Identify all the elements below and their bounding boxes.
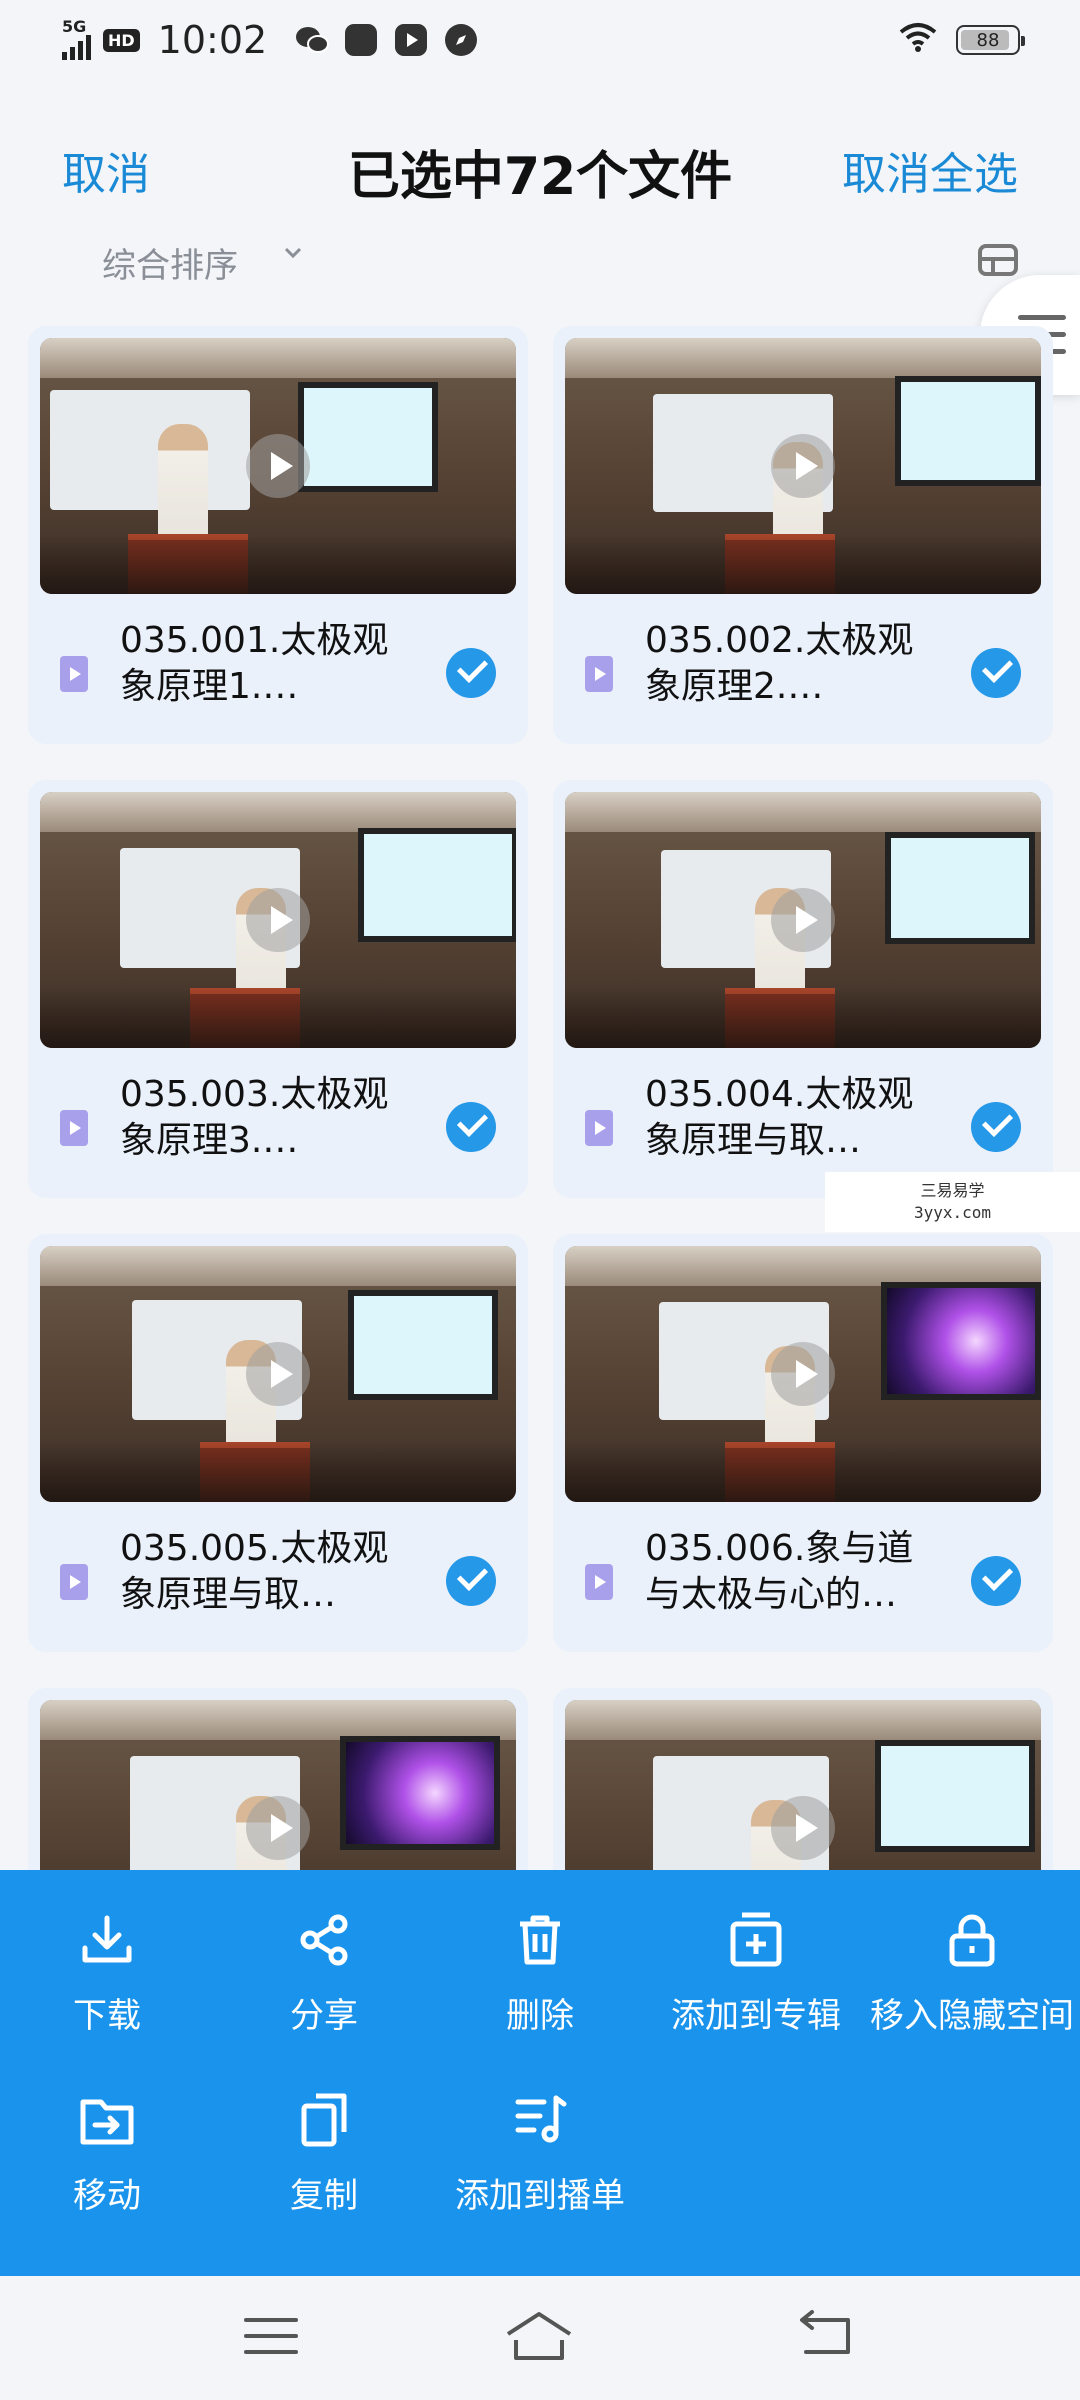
play-icon[interactable] xyxy=(246,1796,310,1860)
wechat-icon xyxy=(295,24,330,56)
selected-check-icon[interactable] xyxy=(446,648,496,698)
sort-dropdown[interactable]: 综合排序 xyxy=(102,238,238,287)
watermark-line1: 三易易学 xyxy=(920,1181,985,1200)
video-file-icon xyxy=(585,1110,613,1146)
selected-check-icon[interactable] xyxy=(446,1102,496,1152)
sort-row: 综合排序 xyxy=(0,232,1080,292)
video-thumbnail xyxy=(565,792,1041,1048)
view-mode-icon[interactable] xyxy=(978,244,1018,276)
move-button[interactable]: 移动 xyxy=(7,2090,207,2217)
signal-icon xyxy=(62,34,91,60)
add-to-playlist-label: 添加到播单 xyxy=(455,2176,625,2216)
lock-icon xyxy=(942,1910,1002,1970)
download-icon xyxy=(77,1910,137,1970)
add-album-icon xyxy=(726,1910,786,1970)
file-name: 035.001.太极观象原理1.… xyxy=(120,620,389,707)
gallery-icon xyxy=(345,24,378,56)
action-bar: 下载 分享 删除 添加到专辑 移入隐藏空间 移动 复制 添加到播单 xyxy=(0,1870,1080,2276)
file-name: 035.005.太极观象原理与取… xyxy=(120,1528,389,1615)
wifi-icon xyxy=(898,20,938,61)
file-card[interactable]: 035.004.太极观象原理与取… xyxy=(553,780,1053,1198)
play-icon[interactable] xyxy=(771,888,835,952)
delete-button[interactable]: 删除 xyxy=(440,1910,640,2037)
playlist-icon xyxy=(510,2090,570,2150)
file-name: 035.006.象与道与太极与心的… xyxy=(645,1528,914,1615)
file-name: 035.002.太极观象原理2.… xyxy=(645,620,914,707)
download-button[interactable]: 下载 xyxy=(7,1910,207,2037)
compass-icon xyxy=(445,24,478,56)
play-icon[interactable] xyxy=(246,434,310,498)
clock: 10:02 xyxy=(157,18,268,62)
video-file-icon xyxy=(60,1110,88,1146)
file-name: 035.003.太极观象原理3.… xyxy=(120,1074,389,1161)
video-file-icon xyxy=(585,656,613,692)
battery-icon: 88 xyxy=(956,25,1025,55)
play-icon[interactable] xyxy=(771,434,835,498)
back-button[interactable] xyxy=(792,2306,862,2366)
chevron-down-icon[interactable] xyxy=(282,242,304,264)
deselect-all-button[interactable]: 取消全选 xyxy=(842,138,1018,202)
add-to-playlist-button[interactable]: 添加到播单 xyxy=(440,2090,640,2217)
video-thumbnail xyxy=(565,338,1041,594)
hd-badge: HD xyxy=(103,28,140,52)
share-button[interactable]: 分享 xyxy=(224,1910,424,2037)
share-icon xyxy=(294,1910,354,1970)
watermark-line2: 3yyx.com xyxy=(913,1203,992,1222)
play-icon[interactable] xyxy=(771,1796,835,1860)
video-file-icon xyxy=(60,1564,88,1600)
battery-level: 88 xyxy=(976,29,1000,51)
copy-button[interactable]: 复制 xyxy=(224,2090,424,2217)
selected-check-icon[interactable] xyxy=(971,648,1021,698)
system-nav-bar xyxy=(0,2276,1080,2400)
home-button[interactable] xyxy=(504,2306,574,2366)
selected-check-icon[interactable] xyxy=(446,1556,496,1606)
play-icon[interactable] xyxy=(246,1342,310,1406)
trash-icon xyxy=(510,1910,570,1970)
file-card[interactable] xyxy=(28,1688,528,1956)
video-app-icon xyxy=(395,24,428,56)
video-thumbnail xyxy=(40,792,516,1048)
file-card[interactable]: 035.002.太极观象原理2.… xyxy=(553,326,1053,744)
file-card[interactable] xyxy=(553,1688,1053,1956)
video-thumbnail xyxy=(40,338,516,594)
file-card[interactable]: 035.001.太极观象原理1.… xyxy=(28,326,528,744)
move-to-hidden-button[interactable]: 移入隐藏空间 xyxy=(870,1910,1074,2037)
selection-header: 取消 已选中72个文件 取消全选 xyxy=(0,120,1080,220)
copy-icon xyxy=(294,2090,354,2150)
move-folder-icon xyxy=(77,2090,137,2150)
video-file-icon xyxy=(585,1564,613,1600)
watermark: 三易易学 3yyx.com xyxy=(825,1172,1080,1232)
video-thumbnail xyxy=(40,1246,516,1502)
file-card[interactable]: 035.005.太极观象原理与取… xyxy=(28,1234,528,1652)
status-bar: 5G HD 10:02 88 xyxy=(0,0,1080,80)
file-name: 035.004.太极观象原理与取… xyxy=(645,1074,914,1161)
selected-check-icon[interactable] xyxy=(971,1102,1021,1152)
file-card[interactable]: 035.003.太极观象原理3.… xyxy=(28,780,528,1198)
selected-check-icon[interactable] xyxy=(971,1556,1021,1606)
video-thumbnail xyxy=(565,1246,1041,1502)
play-icon[interactable] xyxy=(246,888,310,952)
video-file-icon xyxy=(60,656,88,692)
play-icon[interactable] xyxy=(771,1342,835,1406)
recents-button[interactable] xyxy=(236,2306,306,2366)
file-card[interactable]: 035.006.象与道与太极与心的… xyxy=(553,1234,1053,1652)
move-to-hidden-label: 移入隐藏空间 xyxy=(870,1996,1074,2036)
add-to-album-button[interactable]: 添加到专辑 xyxy=(656,1910,856,2037)
network-type: 5G xyxy=(62,17,87,36)
